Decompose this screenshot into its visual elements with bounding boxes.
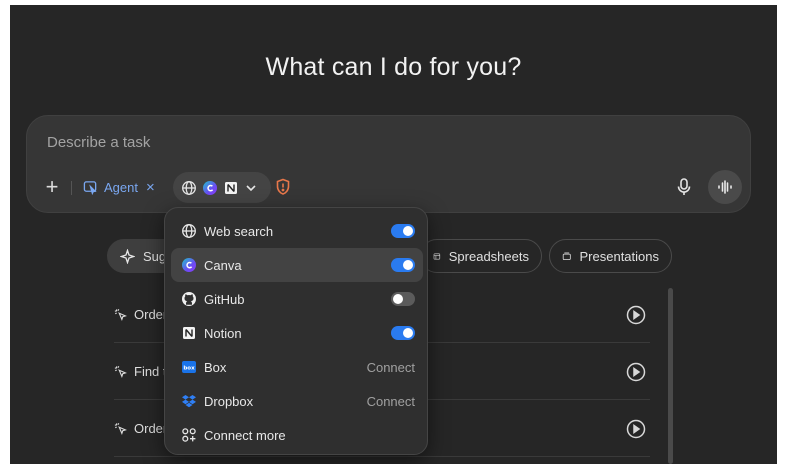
canva-icon (203, 180, 217, 195)
chip-presentations[interactable]: Presentations (549, 239, 672, 273)
divider (71, 181, 72, 195)
notion-icon (181, 325, 197, 341)
play-icon[interactable] (626, 419, 646, 439)
add-icon[interactable]: + (41, 176, 63, 198)
scrollbar[interactable] (668, 288, 673, 464)
agent-chip[interactable]: Agent × (83, 176, 155, 198)
task-composer[interactable]: Describe a task + Agent × (26, 115, 751, 213)
toggle-switch[interactable] (391, 292, 415, 306)
agent-icon (83, 180, 97, 195)
connectors-menu: Web search Canva GitHub Notion box Box C… (164, 207, 428, 455)
play-icon[interactable] (626, 305, 646, 325)
suggestion-label-wrap: Find t (114, 364, 167, 379)
menu-item-github[interactable]: GitHub (171, 282, 423, 316)
play-icon[interactable] (626, 362, 646, 382)
chip-spreadsheets[interactable]: Spreadsheets (420, 239, 542, 273)
globe-icon (181, 223, 197, 239)
app-window: What can I do for you? Describe a task +… (10, 5, 777, 464)
dropbox-icon (181, 393, 197, 409)
svg-text:box: box (183, 365, 195, 371)
chip-label: Sug (143, 248, 167, 264)
suggestion-text: Order (134, 307, 168, 322)
menu-item-label: Canva (204, 257, 242, 273)
menu-item-connect-more[interactable]: Connect more (171, 418, 423, 452)
menu-item-label: Box (204, 359, 227, 375)
suggestion-label-wrap: Order (114, 307, 167, 322)
toggle-switch[interactable] (391, 224, 415, 238)
github-icon (181, 291, 197, 307)
microphone-icon[interactable] (674, 176, 694, 198)
connect-link[interactable]: Connect (367, 394, 415, 409)
menu-item-dropbox[interactable]: Dropbox Connect (171, 384, 423, 418)
menu-item-label: Web search (204, 223, 274, 239)
canva-icon (181, 257, 197, 273)
menu-item-web-search[interactable]: Web search (171, 214, 423, 248)
menu-item-label: Connect more (204, 427, 286, 443)
connectors-button[interactable] (173, 172, 271, 203)
suggestion-text: Find t (134, 364, 167, 379)
menu-item-canva[interactable]: Canva (171, 248, 423, 282)
shield-warning-icon[interactable] (273, 177, 293, 197)
voice-mode-button[interactable] (708, 170, 742, 204)
chip-label: Presentations (579, 248, 660, 264)
cursor-click-icon (114, 422, 127, 435)
agent-label: Agent (104, 179, 138, 195)
menu-item-label: Notion (204, 325, 242, 341)
close-icon[interactable]: × (146, 179, 155, 196)
toggle-switch[interactable] (391, 326, 415, 340)
cursor-click-icon (114, 308, 127, 321)
toggle-switch[interactable] (391, 258, 415, 272)
menu-item-box[interactable]: box Box Connect (171, 350, 423, 384)
connect-link[interactable]: Connect (367, 360, 415, 375)
table-icon (433, 253, 441, 259)
task-input[interactable]: Describe a task (47, 134, 150, 151)
menu-item-label: GitHub (204, 291, 245, 307)
notion-icon (225, 181, 237, 194)
page-title: What can I do for you? (265, 53, 522, 81)
apps-icon (181, 427, 197, 443)
chip-label: Spreadsheets (448, 248, 529, 264)
suggestion-text: Order (134, 421, 168, 436)
menu-item-notion[interactable]: Notion (171, 316, 423, 350)
menu-item-label: Dropbox (204, 393, 254, 409)
box-icon: box (181, 359, 197, 375)
chevron-down-icon (246, 184, 256, 191)
sparkle-icon (120, 248, 135, 264)
globe-icon (182, 180, 196, 195)
presentation-icon (562, 252, 571, 260)
suggestion-label-wrap: Order (114, 421, 167, 436)
cursor-click-icon (114, 365, 127, 378)
waveform-icon (718, 180, 732, 194)
